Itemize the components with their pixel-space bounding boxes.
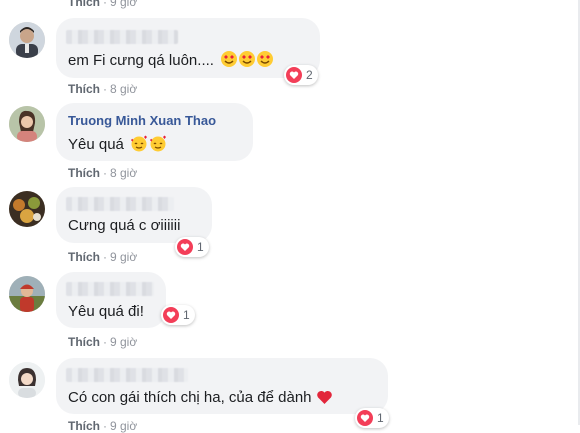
- comment-time: 8 giờ: [110, 82, 138, 96]
- author-name-redacted: [66, 197, 174, 211]
- like-link[interactable]: Thích: [68, 0, 100, 9]
- avatar[interactable]: [9, 191, 45, 227]
- author-name-redacted: [66, 30, 178, 44]
- comment-bubble: Có con gái thích chị ha, của để dành: [56, 358, 388, 414]
- heart-reaction-icon: [357, 410, 373, 426]
- heart-reaction-icon: [163, 307, 179, 323]
- comment-time: 9 giờ: [110, 419, 138, 433]
- author-name-redacted: [66, 368, 188, 382]
- comment-meta: Thích · 9 giờ: [68, 419, 138, 433]
- reaction-badge[interactable]: 1: [161, 305, 195, 325]
- comment-bubble: Cưng quá c ơiiiiii: [56, 187, 212, 243]
- reaction-count: 1: [183, 308, 190, 322]
- heart-reaction-icon: [286, 67, 302, 83]
- comment-text: Cưng quá c ơiiiiii: [68, 217, 181, 234]
- comment-author[interactable]: Truong Minh Xuan Thao: [68, 113, 216, 128]
- comment-text: Yêu quá: [68, 134, 168, 156]
- reaction-badge[interactable]: 1: [355, 408, 389, 428]
- like-link[interactable]: Thích: [68, 419, 100, 433]
- reaction-badge[interactable]: 1: [175, 237, 209, 257]
- like-link[interactable]: Thích: [68, 166, 100, 180]
- like-link[interactable]: Thích: [68, 82, 100, 96]
- comment-text: em Fi cưng qá luôn....: [68, 50, 274, 72]
- avatar[interactable]: [9, 362, 45, 398]
- author-name-redacted: [66, 282, 154, 296]
- reaction-badge[interactable]: 2: [284, 65, 318, 85]
- avatar[interactable]: [9, 106, 45, 142]
- comment-bubble: Truong Minh Xuan Thao Yêu quá: [56, 103, 253, 161]
- reaction-count: 1: [377, 411, 384, 425]
- comment-meta: Thích · 8 giờ: [68, 166, 138, 180]
- comment-text: Yêu quá đi!: [68, 303, 144, 320]
- like-link[interactable]: Thích: [68, 250, 100, 264]
- comment-time: 8 giờ: [110, 166, 138, 180]
- red-heart-emoji: [316, 389, 333, 409]
- heart-eyes-emoji: [220, 50, 274, 72]
- reaction-count: 2: [306, 68, 313, 82]
- reaction-count: 1: [197, 240, 204, 254]
- comment-meta: Thích · 9 giờ: [68, 335, 138, 349]
- heart-reaction-icon: [177, 239, 193, 255]
- comment-bubble: em Fi cưng qá luôn....: [56, 18, 320, 78]
- comment-meta: Thích · 8 giờ: [68, 82, 138, 96]
- like-link[interactable]: Thích: [68, 335, 100, 349]
- avatar[interactable]: [9, 22, 45, 58]
- comment-meta-prev: Thích · 9 giờ: [68, 0, 137, 9]
- comment-text: Có con gái thích chị ha, của để dành: [68, 389, 333, 409]
- face-with-hearts-emoji: [130, 134, 168, 156]
- comment-time: 9 giờ: [110, 335, 138, 349]
- comment-time: 9 giờ: [110, 0, 138, 9]
- comment-meta: Thích · 9 giờ: [68, 250, 138, 264]
- comment-bubble: Yêu quá đi!: [56, 272, 166, 328]
- avatar[interactable]: [9, 276, 45, 312]
- comment-time: 9 giờ: [110, 250, 138, 264]
